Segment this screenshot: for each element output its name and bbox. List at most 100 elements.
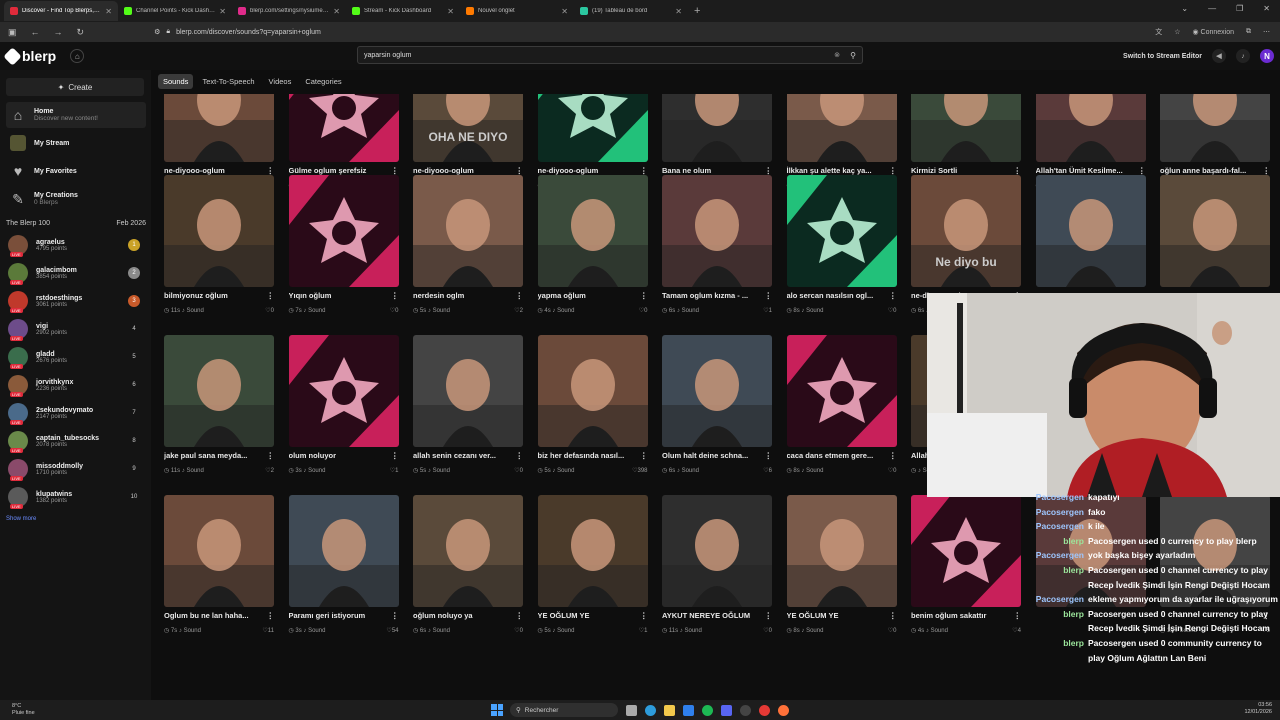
sound-thumbnail[interactable] — [662, 175, 772, 287]
more-options-icon[interactable]: ⋮ — [516, 611, 524, 620]
sound-thumbnail[interactable] — [537, 495, 648, 607]
sound-card[interactable]: İlkkan şu alette kaç ya...⋮◷ 9s ♪ Sound♡… — [786, 94, 899, 189]
more-options-icon[interactable]: ⋮ — [889, 611, 897, 620]
sound-title[interactable]: ne-diyooo-oglum — [538, 166, 638, 175]
leaderboard-row[interactable]: LIVE agraelus 4795 points 1 — [8, 234, 140, 257]
create-button[interactable]: ✦ Create — [6, 78, 144, 96]
sound-thumbnail[interactable] — [786, 495, 897, 607]
switch-stream-editor-link[interactable]: Switch to Stream Editor — [1123, 53, 1202, 60]
sound-card[interactable]: Gülme oglum şerefsiz⋮◷ 3s ♪ Sound♡0 — [288, 94, 401, 189]
home-icon[interactable]: ⌂ — [70, 49, 85, 63]
sound-card[interactable]: Allah'tan Ümit Kesilme...⋮◷ 5s ♪ Sound♡0 — [1035, 94, 1148, 189]
sound-card[interactable]: biz her defasında nasıl... ⋮ ◷ 5s ♪ Sound ♡… — [537, 335, 650, 474]
close-icon[interactable]: ✕ — [1263, 4, 1270, 13]
like-count-group[interactable]: ♡0 — [888, 627, 897, 634]
more-options-icon[interactable]: ⋮ — [516, 291, 524, 300]
more-options-icon[interactable]: ⋮ — [640, 166, 648, 175]
sound-card[interactable]: nerdesin oglm ⋮ ◷ 5s ♪ Sound ♡2 — [413, 175, 525, 314]
sound-card[interactable]: Bana ne olum⋮◷ 1s ♪ Sound♡1 — [662, 94, 774, 189]
tab-close-icon[interactable]: ✕ — [333, 7, 340, 16]
sound-title[interactable]: Allah'tan Ümit Kesilme... — [1036, 166, 1136, 175]
like-count-group[interactable]: ♡0 — [265, 307, 274, 314]
back-icon[interactable]: ← — [31, 27, 40, 38]
like-count-group[interactable]: ♡1 — [763, 307, 772, 314]
sound-card[interactable]: caca dans etmem gere... ⋮ ◷ 8s ♪ Sound ♡0 — [786, 335, 899, 474]
sound-title[interactable]: alo sercan nasılsın ogl... — [787, 291, 887, 300]
sound-thumbnail[interactable] — [164, 495, 274, 607]
profile-button[interactable]: ◉ Connexion — [1192, 28, 1234, 36]
leaderboard-row[interactable]: LIVE gladd 2676 points 5 — [8, 346, 140, 369]
like-count-group[interactable]: ♡6 — [763, 467, 772, 474]
sound-card[interactable]: Kirmizi Sortli⋮◷ 3s ♪ Sound♡9 — [911, 94, 1023, 189]
more-options-icon[interactable]: ⋮ — [1014, 611, 1022, 620]
more-options-icon[interactable]: ⋮ — [1014, 166, 1022, 175]
sound-thumbnail[interactable] — [288, 175, 399, 287]
tab-close-icon[interactable]: ✕ — [219, 7, 226, 16]
forward-icon[interactable]: → — [54, 27, 63, 38]
spotify-icon[interactable] — [702, 704, 713, 716]
more-options-icon[interactable]: ⋮ — [765, 451, 773, 460]
search-value[interactable]: yaparsin oglum — [364, 52, 411, 59]
sound-thumbnail[interactable] — [288, 335, 399, 447]
like-count-group[interactable]: ♡11 — [262, 627, 274, 634]
menu-icon[interactable]: ⋯ — [1263, 28, 1270, 36]
blerp-logo[interactable]: blerp — [3, 46, 56, 66]
more-options-icon[interactable]: ⋮ — [640, 611, 648, 620]
sound-card[interactable]: oğlum noluyo ya ⋮ ◷ 6s ♪ Sound ♡0 — [413, 495, 525, 634]
more-options-icon[interactable]: ⋮ — [391, 166, 399, 175]
like-count-group[interactable]: ♡1 — [390, 467, 399, 474]
sound-thumbnail[interactable]: OHA NE DIYO — [413, 94, 523, 162]
sound-thumbnail[interactable] — [662, 94, 772, 162]
sound-thumbnail[interactable] — [288, 495, 399, 607]
sound-title[interactable]: YE OĞLUM YE — [787, 611, 887, 620]
extensions-icon[interactable]: ⧉ — [1246, 28, 1251, 36]
more-options-icon[interactable]: ⋮ — [765, 166, 773, 175]
sound-title[interactable]: Olum halt deine schna... — [662, 451, 762, 460]
sound-thumbnail[interactable]: Ne diyo bu — [911, 175, 1021, 287]
sound-thumbnail[interactable] — [786, 335, 897, 447]
sound-title[interactable]: Paramı geri istiyorum — [289, 611, 389, 620]
like-count-group[interactable]: ♡0 — [763, 627, 772, 634]
sound-card[interactable]: Olum halt deine schna... ⋮ ◷ 6s ♪ Sound ♡6 — [662, 335, 774, 474]
leaderboard-row[interactable]: LIVE missoddmolly 1710 points 9 — [8, 458, 140, 481]
like-count-group[interactable]: ♡2 — [514, 307, 523, 314]
task-view-icon[interactable] — [626, 704, 637, 716]
sound-thumbnail[interactable] — [413, 335, 523, 447]
sidebar-item-my-favorites[interactable]: ♥ My Favorites — [6, 158, 146, 184]
sound-thumbnail[interactable] — [662, 335, 772, 447]
url-field[interactable]: ⚙ 🔒︎ blerp.com/discover/sounds?q=yaparsi… — [154, 28, 321, 36]
sound-title[interactable]: İlkkan şu alette kaç ya... — [787, 166, 887, 175]
like-count-group[interactable]: ♡54 — [386, 627, 398, 634]
sound-thumbnail[interactable] — [786, 175, 897, 287]
filter-tab-categories[interactable]: Categories — [300, 74, 346, 89]
sound-card[interactable]: ne-diyooo-oglum⋮◷ 6s ♪ Sound♡0 — [164, 94, 276, 189]
weather-widget[interactable]: 8°C Pluie fine — [12, 703, 35, 717]
sound-thumbnail[interactable] — [164, 175, 274, 287]
filter-tab-text-to-speech[interactable]: Text-To-Speech — [197, 74, 259, 89]
sound-thumbnail[interactable] — [164, 335, 274, 447]
clear-search-icon[interactable]: ⊗ — [834, 51, 840, 59]
more-options-icon[interactable]: ⋮ — [267, 611, 275, 620]
sidebar-item-my-creations[interactable]: ✎ My Creations 0 Blerps — [6, 186, 146, 212]
sound-title[interactable]: benim oğlum sakattır — [911, 611, 1011, 620]
like-count-group[interactable]: ♡4 — [1012, 627, 1021, 634]
more-options-icon[interactable]: ⋮ — [765, 291, 773, 300]
sound-title[interactable]: nerdesin oglm — [413, 291, 513, 300]
sound-card[interactable]: Yıqın oğlum ⋮ ◷ 7s ♪ Sound ♡0 — [288, 175, 401, 314]
like-count-group[interactable]: ♡398 — [632, 467, 647, 474]
sound-title[interactable]: Tamam oglum kızma - ... — [662, 291, 762, 300]
site-info-icon[interactable]: ⚙ — [154, 28, 160, 36]
sound-card[interactable]: yapma oğlum ⋮ ◷ 4s ♪ Sound ♡0 — [537, 175, 650, 314]
more-options-icon[interactable]: ⋮ — [267, 451, 275, 460]
sound-thumbnail[interactable] — [662, 495, 772, 607]
sound-thumbnail[interactable] — [288, 94, 399, 162]
more-options-icon[interactable]: ⋮ — [1138, 166, 1146, 175]
sound-thumbnail[interactable] — [911, 94, 1021, 162]
sound-title[interactable]: caca dans etmem gere... — [787, 451, 887, 460]
sound-card[interactable]: olum noluyor ⋮ ◷ 3s ♪ Sound ♡1 — [288, 335, 401, 474]
tab-close-icon[interactable]: ✕ — [105, 7, 112, 16]
windows-start-icon[interactable] — [491, 704, 503, 716]
sound-title[interactable]: Gülme oglum şerefsiz — [289, 166, 389, 175]
more-options-icon[interactable]: ⋮ — [267, 166, 275, 175]
translate-icon[interactable]: 文 — [1155, 27, 1162, 37]
